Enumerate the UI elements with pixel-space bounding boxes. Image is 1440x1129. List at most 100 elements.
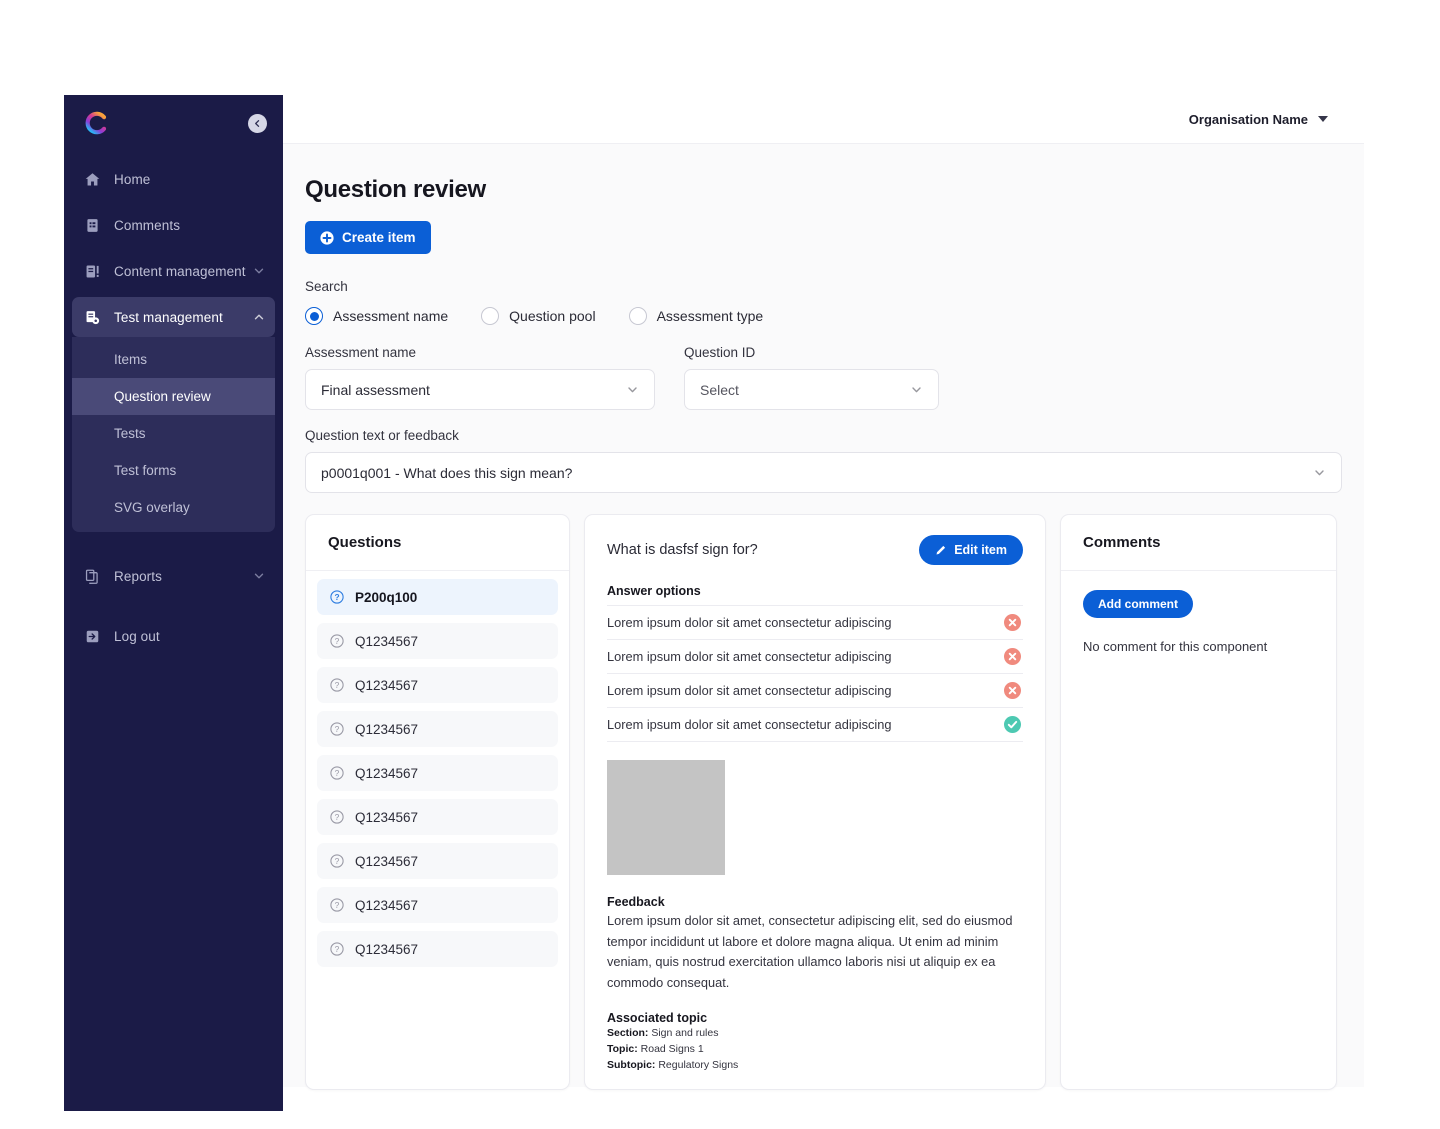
sidebar-item-label: Log out (114, 628, 160, 644)
answer-row: Lorem ipsum dolor sit amet consectetur a… (607, 673, 1023, 707)
panels-row: Questions ? P200q100 ? Q1234567 ? Q12345… (305, 514, 1342, 1090)
topic-section-label: Section: (607, 1026, 649, 1039)
question-id-select[interactable]: Select (684, 369, 939, 410)
svg-text:?: ? (334, 592, 339, 602)
list-item[interactable]: ? Q1234567 (317, 931, 558, 967)
svg-text:?: ? (335, 900, 340, 910)
page-content: Question review Create item Search Asses… (283, 144, 1364, 1090)
incorrect-icon (1004, 682, 1021, 699)
answer-row: Lorem ipsum dolor sit amet consectetur a… (607, 605, 1023, 639)
sidebar-subitem-test-forms[interactable]: Test forms (72, 452, 275, 489)
sidebar-item-label: Comments (114, 217, 181, 233)
question-id-label: P200q100 (355, 589, 418, 605)
radio-label: Assessment name (333, 308, 449, 324)
radio-assessment-name[interactable]: Assessment name (305, 307, 448, 325)
sidebar-item-label: Reports (114, 568, 162, 584)
topic-section-line: Section: Sign and rules (607, 1025, 1023, 1041)
radio-input[interactable] (481, 307, 500, 325)
radio-question-pool[interactable]: Question pool (481, 307, 596, 325)
topic-topic-line: Topic: Road Signs 1 (607, 1041, 1023, 1057)
plus-circle-icon (320, 230, 334, 245)
organisation-name-label: Organisation Name (1188, 111, 1308, 127)
test-management-icon (82, 307, 102, 327)
search-fields-row: Assessment name Final assessment Questio… (305, 345, 1342, 410)
comments-panel-title: Comments (1061, 515, 1336, 571)
question-text-value: p0001q001 - What does this sign mean? (321, 464, 573, 481)
correct-icon (1004, 716, 1021, 733)
sidebar-subitem-question-review[interactable]: Question review (72, 378, 275, 415)
question-text-field: Question text or feedback p0001q001 - Wh… (305, 428, 1342, 493)
sidebar-subitem-tests[interactable]: Tests (72, 415, 275, 452)
assessment-name-select[interactable]: Final assessment (305, 369, 655, 410)
home-icon (82, 169, 102, 189)
svg-text:?: ? (335, 944, 340, 954)
list-item[interactable]: ? Q1234567 (317, 799, 558, 835)
sidebar-subitem-label: Tests (114, 426, 146, 441)
question-id-value: Select (700, 381, 739, 398)
question-id-label: Q1234567 (355, 721, 419, 737)
topic-subtopic-line: Subtopic: Regulatory Signs (607, 1057, 1023, 1073)
sidebar-header (64, 95, 283, 151)
question-circle-icon: ? (330, 854, 344, 868)
questions-panel: Questions ? P200q100 ? Q1234567 ? Q12345… (305, 514, 570, 1090)
list-item[interactable]: ? Q1234567 (317, 711, 558, 747)
assessment-name-label: Assessment name (305, 345, 417, 360)
logout-icon (82, 626, 102, 646)
question-id-label: Q1234567 (355, 809, 419, 825)
question-detail-body: What is dasfsf sign for? Edit item Answe… (585, 515, 1045, 1094)
sidebar-item-log-out[interactable]: Log out (72, 616, 275, 656)
answer-text: Lorem ipsum dolor sit amet consectetur a… (607, 649, 892, 664)
question-id-label: Q1234567 (355, 677, 419, 693)
associated-topic-title: Associated topic (607, 1010, 708, 1025)
question-id-label: Q1234567 (355, 897, 419, 913)
create-item-button[interactable]: Create item (305, 221, 431, 254)
radio-assessment-type[interactable]: Assessment type (628, 307, 763, 325)
search-label: Search (305, 279, 348, 294)
sidebar-item-test-management[interactable]: Test management (72, 297, 275, 337)
list-item[interactable]: ? Q1234567 (317, 755, 558, 791)
question-circle-icon: ? (330, 942, 344, 956)
list-item[interactable]: ? P200q100 (317, 579, 558, 615)
question-image-placeholder (607, 760, 725, 875)
radio-input[interactable] (305, 307, 323, 325)
sidebar-item-comments[interactable]: Comments (72, 205, 275, 245)
sidebar-item-reports[interactable]: Reports (72, 556, 275, 596)
content-management-icon (82, 261, 102, 281)
sidebar-item-content-management[interactable]: Content management (72, 251, 275, 291)
question-circle-icon: ? (330, 590, 344, 604)
question-detail-header: What is dasfsf sign for? Edit item (607, 535, 1023, 565)
add-comment-label: Add comment (1098, 597, 1179, 611)
list-item[interactable]: ? Q1234567 (317, 843, 558, 879)
svg-text:?: ? (335, 680, 340, 690)
sidebar-submenu-test-management: Items Question review Tests Test forms S… (72, 337, 275, 532)
sidebar-subitem-items[interactable]: Items (72, 341, 275, 378)
question-id-label: Q1234567 (355, 941, 419, 957)
incorrect-icon (1004, 648, 1021, 665)
edit-item-button[interactable]: Edit item (919, 535, 1023, 565)
list-item[interactable]: ? Q1234567 (317, 667, 558, 703)
answer-row: Lorem ipsum dolor sit amet consectetur a… (607, 707, 1023, 742)
radio-input[interactable] (628, 307, 647, 325)
brand-logo-icon (82, 110, 108, 136)
question-circle-icon: ? (330, 722, 344, 736)
sidebar: Home Comments Content management Test ma… (64, 95, 283, 1111)
add-comment-button[interactable]: Add comment (1083, 590, 1194, 618)
chevron-down-icon (253, 570, 265, 582)
page-title: Question review (305, 176, 486, 203)
chevron-down-icon (1318, 116, 1328, 122)
sidebar-item-label: Content management (114, 263, 246, 279)
sidebar-subitem-label: Items (114, 352, 148, 367)
sidebar-item-home[interactable]: Home (72, 159, 275, 199)
collapse-sidebar-button[interactable] (248, 113, 267, 133)
organisation-selector[interactable]: Organisation Name (1189, 112, 1328, 127)
topic-section-value: Sign and rules (651, 1026, 719, 1039)
reports-icon (82, 566, 102, 586)
create-item-label: Create item (342, 230, 416, 245)
incorrect-icon (1004, 614, 1021, 631)
question-text-select[interactable]: p0001q001 - What does this sign mean? (305, 452, 1342, 493)
svg-text:?: ? (335, 812, 340, 822)
list-item[interactable]: ? Q1234567 (317, 887, 558, 923)
sidebar-subitem-svg-overlay[interactable]: SVG overlay (72, 489, 275, 526)
list-item[interactable]: ? Q1234567 (317, 623, 558, 659)
